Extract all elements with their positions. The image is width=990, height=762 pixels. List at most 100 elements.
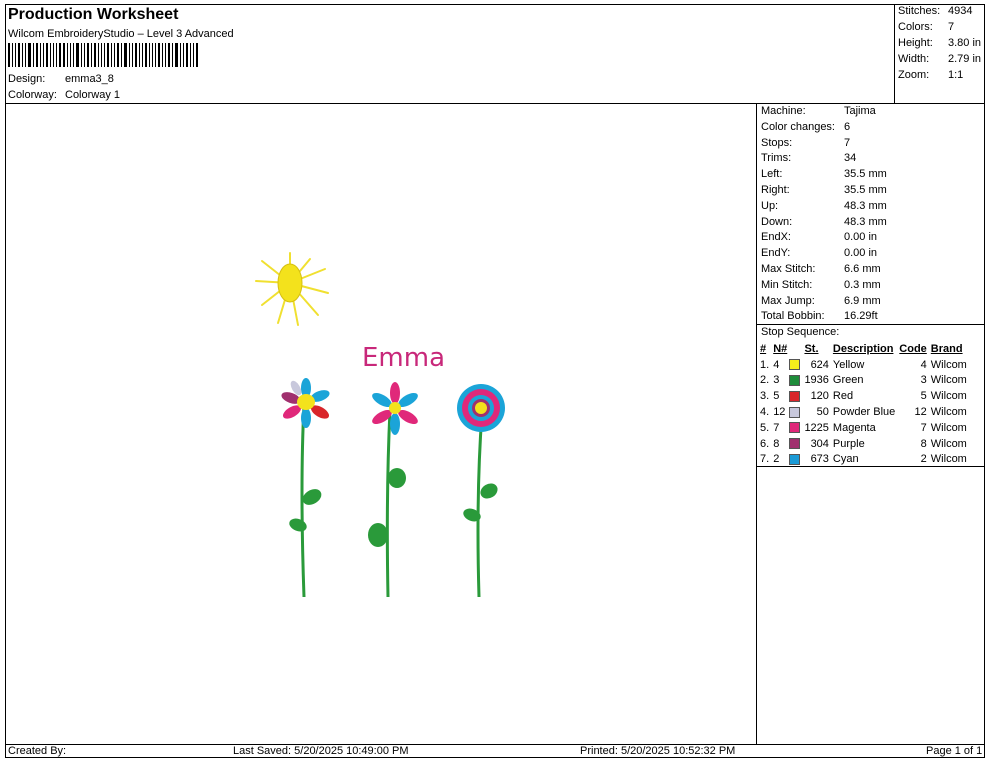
color-swatch-cell — [787, 357, 802, 373]
table-row: 7. 2 673 Cyan 2 Wilcom — [758, 452, 969, 468]
color-swatch — [789, 359, 801, 371]
cell-st: 304 — [810, 437, 829, 450]
cell-num: 3. — [760, 390, 770, 403]
color-swatch-cell — [787, 436, 802, 452]
table-row: 6. 8 304 Purple 8 Wilcom — [758, 436, 969, 452]
cell-st: 1225 — [804, 421, 829, 434]
table-row: 1. 4 624 Yellow 4 Wilcom — [758, 357, 969, 373]
cell-code: 3 — [920, 374, 927, 387]
colorway-label: Colorway: — [8, 89, 57, 101]
summary-value: 4934 — [948, 5, 973, 17]
machine-info-value: 35.5 mm — [844, 184, 887, 196]
table-row: 4. 12 50 Powder Blue 12 Wilcom — [758, 404, 969, 420]
machine-info-label: Up: — [761, 199, 779, 212]
cell-st: 120 — [810, 390, 829, 403]
cell-st: 50 — [816, 406, 829, 419]
summary-label: Zoom: — [898, 69, 930, 81]
stop-sequence-title: Stop Sequence: — [761, 326, 840, 338]
cell-code: 8 — [920, 437, 927, 450]
cell-desc: Cyan — [832, 453, 859, 466]
cell-n: 3 — [773, 374, 780, 387]
col-n: N# — [773, 342, 788, 355]
cell-brand: Wilcom — [930, 421, 967, 434]
machine-info-value: 6.6 mm — [844, 263, 881, 275]
cell-brand: Wilcom — [930, 437, 967, 450]
panel-divider — [756, 103, 757, 744]
flower-right — [457, 384, 505, 598]
machine-info-value: 7 — [844, 136, 851, 149]
cell-brand: Wilcom — [930, 358, 967, 371]
cell-desc: Powder Blue — [832, 406, 896, 419]
col-code: Code — [899, 342, 927, 355]
cell-num: 6. — [760, 437, 770, 450]
cell-code: 7 — [920, 421, 927, 434]
cell-n: 5 — [773, 390, 780, 403]
cell-desc: Magenta — [832, 421, 876, 434]
cell-n: 12 — [773, 406, 786, 419]
color-swatch-cell — [787, 404, 802, 420]
machine-info-value: 0.00 in — [844, 247, 878, 260]
summary-value: 2.79 in — [948, 53, 982, 65]
color-swatch — [789, 438, 801, 450]
cell-num: 2. — [760, 374, 770, 387]
software-name: Wilcom EmbroideryStudio – Level 3 Advanc… — [8, 28, 234, 40]
machine-divider — [756, 324, 985, 325]
cell-desc: Green — [832, 374, 864, 387]
table-row: 2. 3 1936 Green 3 Wilcom — [758, 373, 969, 389]
summary-value: 7 — [948, 21, 955, 33]
cell-code: 2 — [920, 453, 927, 466]
cell-st: 1936 — [804, 374, 829, 387]
machine-info-value: 6 — [844, 120, 851, 133]
header-divider — [5, 103, 985, 104]
col-num: # — [760, 342, 767, 355]
machine-info-value: 0.3 mm — [844, 278, 881, 291]
sun-motif — [255, 252, 329, 326]
machine-info-label: EndX: — [761, 231, 791, 244]
cell-n: 4 — [773, 358, 780, 371]
summary-label: Stitches: — [898, 5, 941, 17]
design-value: emma3_8 — [65, 73, 114, 85]
machine-info-value: Tajima — [844, 105, 876, 117]
machine-info-label: EndY: — [761, 247, 791, 260]
embroidered-name: Emma — [362, 343, 445, 373]
cell-num: 1. — [760, 358, 770, 371]
page-title: Production Worksheet — [8, 6, 179, 23]
footer-last-saved: Last Saved: 5/20/2025 10:49:00 PM — [233, 745, 409, 757]
design-row: Design: emma3_8 — [8, 73, 114, 85]
machine-info-label: Down: — [761, 215, 793, 228]
color-swatch-cell — [787, 373, 802, 389]
machine-info-value: 48.3 mm — [844, 199, 887, 212]
footer-printed: Printed: 5/20/2025 10:52:32 PM — [580, 745, 736, 757]
cell-brand: Wilcom — [930, 406, 967, 419]
cell-num: 7. — [760, 453, 770, 466]
cell-code: 12 — [914, 406, 927, 419]
machine-info-value: 35.5 mm — [844, 168, 887, 181]
machine-info-value: 0.00 in — [844, 231, 878, 244]
cell-desc: Yellow — [832, 358, 865, 371]
stop-sequence-table: # N# St. Description Code Brand 1. 4 624 Ye… — [758, 341, 969, 467]
cell-desc: Purple — [832, 437, 865, 450]
cell-code: 4 — [920, 358, 927, 371]
color-swatch — [789, 454, 801, 466]
cell-st: 673 — [810, 453, 829, 466]
machine-info-label: Max Jump: — [761, 294, 815, 307]
flower-left — [281, 378, 330, 598]
color-swatch — [789, 390, 801, 402]
summary-divider — [894, 4, 895, 103]
machine-info-label: Left: — [761, 168, 783, 181]
color-swatch — [789, 422, 801, 434]
machine-info-label: Color changes: — [761, 120, 835, 133]
summary-label: Width: — [898, 53, 930, 65]
cell-code: 5 — [920, 390, 927, 403]
machine-info-label: Trims: — [761, 152, 792, 165]
machine-info-label: Right: — [761, 184, 790, 196]
summary-label: Height: — [898, 37, 933, 49]
cell-brand: Wilcom — [930, 390, 967, 403]
color-swatch — [789, 375, 801, 387]
cell-n: 8 — [773, 437, 780, 450]
cell-num: 5. — [760, 421, 770, 434]
machine-info-value: 34 — [844, 152, 857, 165]
color-swatch-cell — [787, 420, 802, 436]
col-brand: Brand — [930, 342, 963, 355]
flower-middle — [368, 382, 418, 598]
